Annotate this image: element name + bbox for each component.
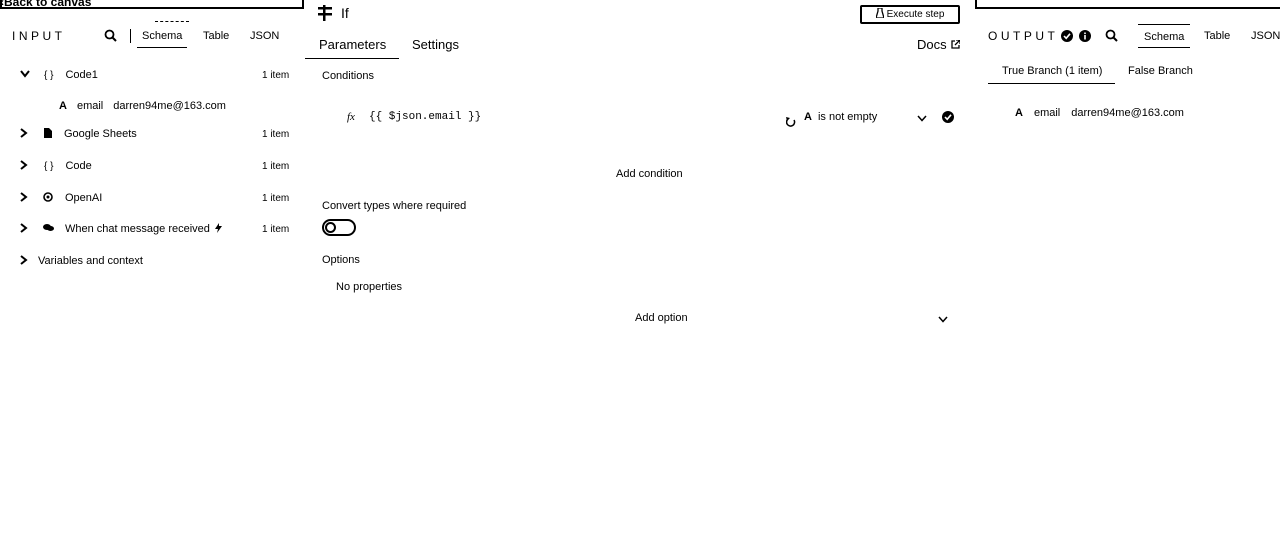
lightning-icon xyxy=(214,222,222,236)
info-circle-icon[interactable] xyxy=(1079,30,1091,45)
branch-tab-false[interactable]: False Branch xyxy=(1128,65,1193,77)
tree-node-variables[interactable]: Variables and context xyxy=(20,251,143,271)
chevron-right-icon xyxy=(20,222,28,236)
chevron-down-icon[interactable] xyxy=(917,113,927,125)
check-circle-icon xyxy=(942,111,954,126)
field-value: darren94me@163.com xyxy=(113,100,226,112)
input-tab-schema[interactable]: Schema xyxy=(137,24,188,48)
tree-node-label: OpenAI xyxy=(65,192,103,204)
divider xyxy=(130,29,131,43)
condition-left-value[interactable]: {{ $json.email }} xyxy=(369,111,481,123)
openai-icon xyxy=(43,191,53,205)
chevron-down-icon[interactable] xyxy=(938,314,948,326)
options-label: Options xyxy=(322,254,360,266)
code-braces-icon: { } xyxy=(44,160,54,172)
operator-select[interactable]: A is not empty xyxy=(804,111,877,123)
top-frame-right xyxy=(975,0,1280,9)
external-link-icon xyxy=(950,37,961,52)
add-option-button[interactable]: Add option xyxy=(635,312,688,324)
operator-label: is not empty xyxy=(817,111,878,123)
tree-node-openai[interactable]: OpenAI xyxy=(20,188,102,208)
input-header: INPUT xyxy=(12,24,66,48)
chevron-down-icon xyxy=(20,69,30,81)
execute-step-button[interactable]: Execute step xyxy=(860,5,960,24)
field-name: email xyxy=(1033,107,1061,119)
tab-parameters[interactable]: Parameters xyxy=(319,31,386,59)
tree-node-label: When chat message received xyxy=(65,223,210,235)
check-circle-icon xyxy=(1061,30,1073,45)
tree-node-google-sheets[interactable]: Google Sheets xyxy=(20,124,137,144)
input-tab-json[interactable]: JSON xyxy=(245,24,284,48)
chevron-right-icon xyxy=(20,254,28,268)
flask-icon xyxy=(874,7,885,21)
convert-types-toggle[interactable] xyxy=(322,219,356,236)
tree-node-count: 1 item xyxy=(262,161,290,172)
output-header: OUTPUT xyxy=(988,24,1058,48)
dashed-marker xyxy=(155,21,189,22)
search-icon[interactable] xyxy=(1105,29,1118,42)
tree-node-chat-trigger[interactable]: When chat message received xyxy=(20,219,222,239)
chevron-right-icon xyxy=(20,127,28,141)
node-title: If xyxy=(341,5,349,21)
tree-field-email: A email darren94me@163.com xyxy=(59,96,226,116)
output-field-email: A email darren94me@163.com xyxy=(1015,103,1184,123)
conditions-label: Conditions xyxy=(322,70,374,82)
tree-node-label: Variables and context xyxy=(38,255,143,267)
string-type-icon: A xyxy=(1015,107,1023,119)
chevron-right-icon xyxy=(20,191,28,205)
search-icon[interactable] xyxy=(104,29,117,42)
back-to-canvas-link[interactable]: ‹Back to canvas xyxy=(0,0,91,9)
docs-link[interactable]: Docs xyxy=(917,37,961,52)
input-title: INPUT xyxy=(12,29,66,43)
string-type-icon: A xyxy=(59,100,67,112)
tree-node-label: Code xyxy=(65,160,92,172)
chevron-right-icon xyxy=(20,159,28,173)
branch-tab-true[interactable]: True Branch (1 item) xyxy=(1002,65,1102,77)
if-node-icon xyxy=(318,5,332,24)
tree-node-count: 1 item xyxy=(262,224,290,235)
field-name: email xyxy=(76,100,104,112)
tree-node-code1[interactable]: { } Code1 xyxy=(20,65,98,85)
output-tab-json[interactable]: JSON xyxy=(1246,24,1280,48)
tab-settings[interactable]: Settings xyxy=(412,31,459,59)
tree-node-count: 1 item xyxy=(262,70,290,81)
code-braces-icon: { } xyxy=(44,69,54,81)
sheet-icon xyxy=(44,127,52,141)
convert-types-label: Convert types where required xyxy=(322,200,467,212)
tree-node-code[interactable]: { } Code xyxy=(20,156,92,176)
add-condition-button[interactable]: Add condition xyxy=(616,168,683,180)
tab-active-underline xyxy=(305,58,399,59)
chat-bubble-icon xyxy=(43,223,54,235)
output-tab-table[interactable]: Table xyxy=(1199,24,1235,48)
tree-node-label: Code1 xyxy=(65,69,98,81)
string-type-icon: A xyxy=(804,111,812,123)
output-title: OUTPUT xyxy=(988,29,1059,43)
tree-node-count: 1 item xyxy=(262,129,290,140)
input-tab-table[interactable]: Table xyxy=(198,24,234,48)
output-tab-schema[interactable]: Schema xyxy=(1138,24,1191,48)
toggle-knob xyxy=(325,222,336,233)
tree-node-label: Google Sheets xyxy=(64,128,137,140)
no-properties-text: No properties xyxy=(336,281,403,293)
tree-node-count: 1 item xyxy=(262,193,290,204)
drag-handle-icon[interactable] xyxy=(785,117,796,130)
field-value: darren94me@163.com xyxy=(1071,107,1184,119)
branch-active-underline xyxy=(988,83,1115,84)
expression-fx-icon: fx xyxy=(347,111,355,123)
